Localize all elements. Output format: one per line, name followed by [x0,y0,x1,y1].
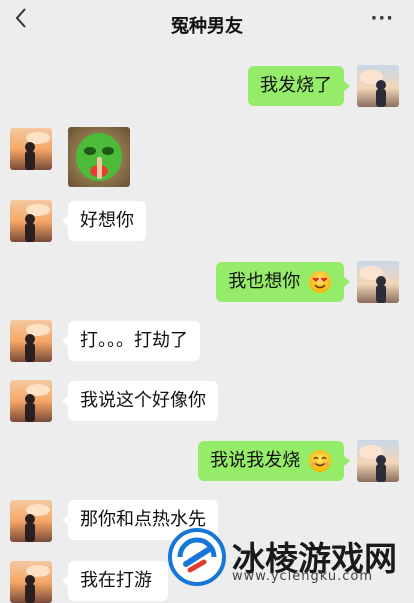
avatar-me[interactable] [357,440,399,482]
message-text: 好想你 [80,210,134,231]
avatar-me[interactable] [357,261,399,303]
avatar-other[interactable] [10,561,52,603]
avatar-other[interactable] [10,380,52,422]
avatar-other[interactable] [10,128,52,170]
avatar-other[interactable] [10,500,52,542]
avatar-other[interactable] [10,200,52,242]
message-bubble-me[interactable]: 我说我发烧 [198,441,350,481]
avatar-other[interactable] [10,320,52,362]
message-bubble-other[interactable]: 我在打游 [62,561,168,601]
green-mask-sticker[interactable] [68,127,130,187]
heart-eyes-emoji-icon [309,271,331,293]
avatar-me[interactable] [357,65,399,107]
message-text: 我说我发烧 [210,450,301,471]
chat-title: 冤种男友 [171,16,243,37]
message-text: 我说这个好像你 [80,390,206,411]
message-bubble-me[interactable]: 我发烧了 [248,66,350,106]
message-text: 打。。。打劫了 [80,330,188,351]
message-text: 我发烧了 [260,75,332,96]
message-bubble-me[interactable]: 我也想你 [216,262,350,302]
more-options-icon[interactable]: ··· [370,8,394,29]
smile-emoji-icon [309,450,331,472]
message-bubble-other[interactable]: 好想你 [62,201,146,241]
message-bubble-other[interactable]: 打。。。打劫了 [62,321,200,361]
message-bubble-other[interactable]: 我说这个好像你 [62,381,218,421]
watermark-logo-icon [168,528,226,586]
message-text: 那你和点热水先 [80,509,206,530]
message-text: 我也想你 [228,271,301,292]
message-text: 我在打游 [80,570,152,591]
watermark-url: www.yclengku.com [232,569,374,584]
chat-header: 冤种男友 ··· [0,0,414,50]
